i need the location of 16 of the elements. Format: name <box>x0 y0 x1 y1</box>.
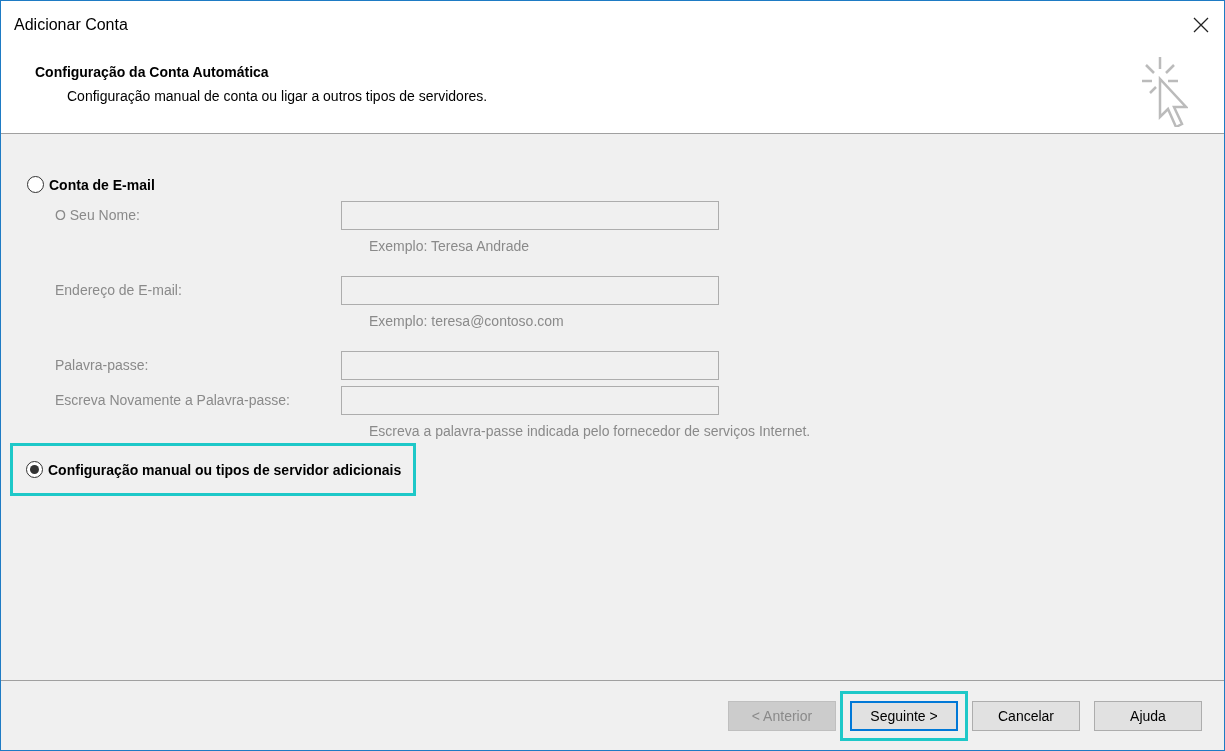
radio-option[interactable]: Configuração manual ou tipos de servidor adicionais <box>26 461 402 478</box>
field-label: Escreva Novamente a Palavra-passe: <box>55 391 291 408</box>
header-subtitle: Configuração manual de conta ou ligar a outros tipos de servidores. <box>66 88 488 104</box>
header-title: Configuração da Conta Automática <box>35 64 270 80</box>
field-hint: Escreva a palavra-passe indicada pelo fornecedor de serviços Internet. <box>369 423 811 439</box>
window-title: Adicionar Conta <box>14 16 128 34</box>
radio-option[interactable]: Conta de E-mail <box>27 176 155 193</box>
dialog-button[interactable]: Ajuda <box>1094 700 1202 731</box>
field-hint: Exemplo: teresa@contoso.com <box>369 313 565 329</box>
field-label: O Seu Nome: <box>55 206 141 223</box>
dialog-button[interactable]: Seguinte > <box>850 700 958 731</box>
field-label: Palavra-passe: <box>55 356 150 373</box>
close-icon <box>1193 17 1209 33</box>
dialog-button[interactable]: Cancelar <box>972 700 1080 731</box>
field-hint: Exemplo: Teresa Andrade <box>369 238 531 254</box>
field-label: Endereço de E-mail: <box>55 281 183 298</box>
